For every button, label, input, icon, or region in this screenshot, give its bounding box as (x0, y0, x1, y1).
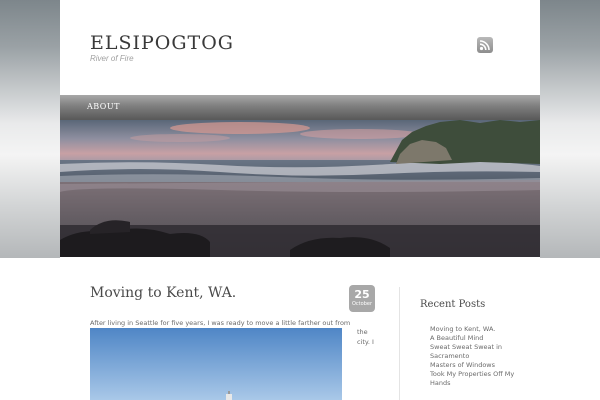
page-container: ELSIPOGTOG River of Fire ABOUT Moving to… (60, 0, 540, 400)
site-title[interactable]: ELSIPOGTOG (90, 32, 234, 54)
post-title[interactable]: Moving to Kent, WA. (90, 285, 236, 301)
post-excerpt: After living in Seattle for five years, … (90, 319, 351, 327)
recent-post-link[interactable]: Moving to Kent, WA. (430, 325, 526, 334)
main-navigation: ABOUT (60, 95, 540, 120)
recent-post-link[interactable]: Took My Properties Off My Hands (430, 370, 526, 388)
sidebar-divider (399, 287, 400, 400)
post-date-month: October (351, 301, 372, 307)
site-description: River of Fire (90, 54, 134, 63)
header-banner-image (60, 120, 540, 257)
post-date-day: 25 (354, 288, 370, 301)
post-date-badge: 25 October (349, 285, 375, 312)
recent-post-link[interactable]: A Beautiful Mind (430, 334, 526, 343)
sidebar-recent-posts-title: Recent Posts (420, 299, 486, 310)
recent-post-link[interactable]: Masters of Windows (430, 361, 526, 370)
post-excerpt-continued: the city. I (357, 328, 374, 346)
recent-posts-list: Moving to Kent, WA. A Beautiful Mind Swe… (430, 325, 526, 388)
main-content: Moving to Kent, WA. 25 October After liv… (60, 258, 540, 400)
post-image (90, 328, 342, 400)
nav-item-about[interactable]: ABOUT (87, 102, 120, 111)
recent-post-link[interactable]: Sweat Sweat Sweat in Sacramento (430, 343, 526, 361)
site-header: ELSIPOGTOG River of Fire (60, 0, 540, 95)
rss-feed-icon[interactable] (477, 37, 493, 53)
